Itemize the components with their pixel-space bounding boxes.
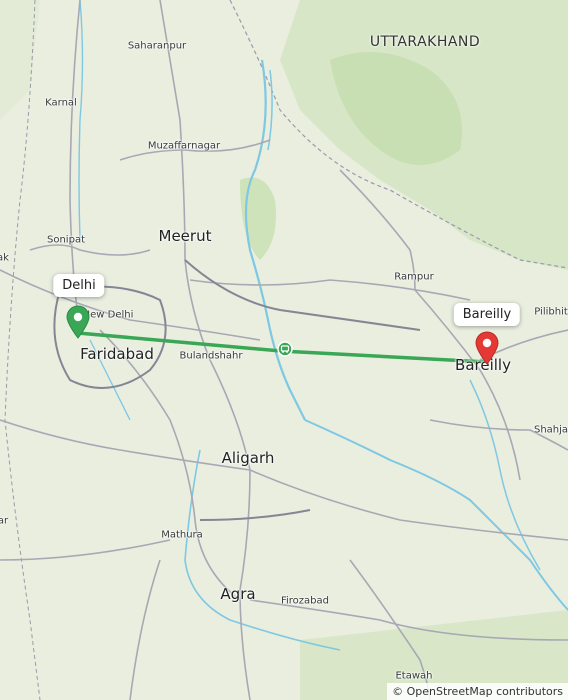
region-label-uttarakhand: UTTARAKHAND: [369, 34, 481, 50]
city-label-karnal: Karnal: [45, 97, 77, 109]
city-label-edge-2: ar: [0, 515, 9, 527]
city-label-meerut: Meerut: [158, 227, 212, 245]
city-label-aligarh: Aligarh: [221, 449, 275, 467]
city-label-bulandshahr: Bulandshahr: [179, 350, 243, 362]
origin-pin-icon[interactable]: [65, 305, 91, 339]
route-midpoint-icon[interactable]: [277, 341, 293, 357]
city-label-saharanpur: Saharanpur: [127, 40, 187, 52]
city-label-shahjahanpur: Shahja: [533, 424, 568, 436]
origin-label-bubble[interactable]: Delhi: [53, 274, 105, 297]
city-label-pilibhit: Pilibhit: [534, 306, 568, 318]
city-label-edge-1: ak: [0, 252, 9, 264]
map-attribution[interactable]: © OpenStreetMap contributors: [387, 683, 568, 700]
city-label-sonipat: Sonipat: [47, 234, 85, 246]
map-canvas[interactable]: UTTARAKHAND Saharanpur Karnal Muzaffarna…: [0, 0, 568, 700]
city-label-firozabad: Firozabad: [280, 595, 330, 607]
city-label-mathura: Mathura: [161, 529, 203, 541]
city-label-agra: Agra: [220, 585, 256, 603]
city-label-muzaffarnagar: Muzaffarnagar: [147, 140, 221, 152]
destination-pin-icon[interactable]: [474, 331, 500, 365]
city-label-etawah: Etawah: [395, 670, 433, 682]
city-label-faridabad: Faridabad: [80, 345, 154, 363]
destination-label-bubble[interactable]: Bareilly: [453, 303, 521, 326]
city-label-rampur: Rampur: [394, 271, 434, 283]
